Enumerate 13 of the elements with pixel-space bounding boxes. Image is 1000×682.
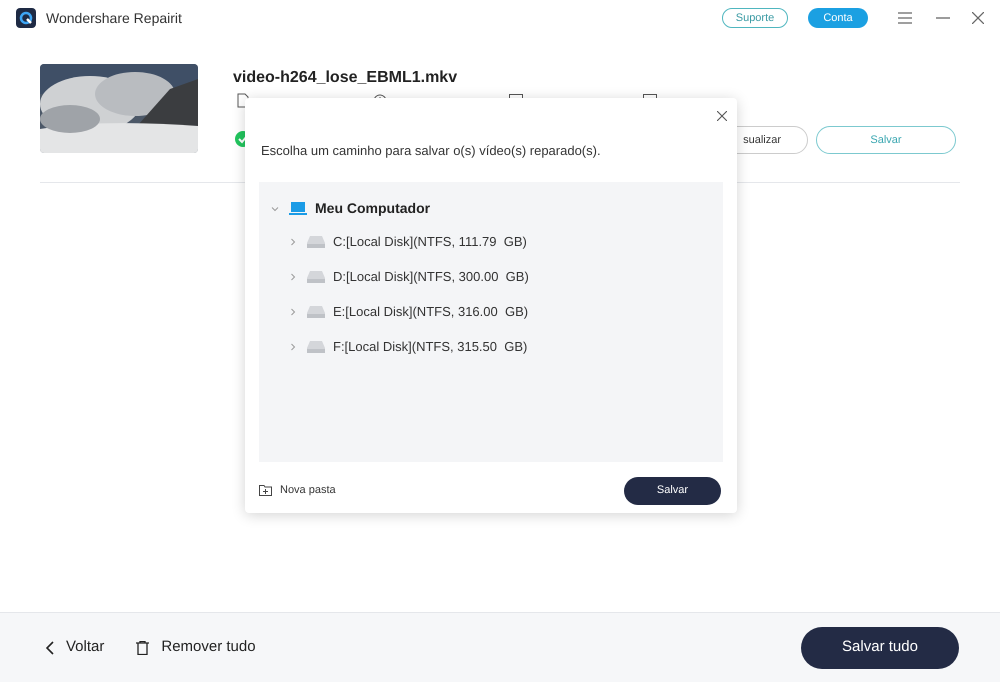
- save-all-button[interactable]: Salvar tudo: [801, 626, 959, 668]
- drive-item[interactable]: D:[Local Disk](NTFS, 300.00 GB): [333, 267, 529, 287]
- tree-item[interactable]: Meu Computador: [315, 198, 430, 219]
- drive-item[interactable]: C:[Local Disk](NTFS, 111.79 GB): [333, 232, 527, 252]
- back-button[interactable]: Voltar: [46, 636, 104, 659]
- new-folder-button[interactable]: Nova pasta: [259, 482, 336, 499]
- file-name: video-h264_lose_EBML1.mkv: [233, 68, 458, 88]
- dialog-message: Escolha um caminho para salvar o(s) vídeo(s) reparado(s).: [261, 142, 602, 160]
- window-title: Wondershare Repairit: [46, 8, 182, 28]
- save-button[interactable]: Salvar: [624, 476, 721, 504]
- remove-all-button[interactable]: Remover tudo: [136, 636, 256, 659]
- drive-item[interactable]: E:[Local Disk](NTFS, 316.00 GB): [333, 302, 528, 322]
- drive-item[interactable]: F:[Local Disk](NTFS, 315.50 GB): [333, 337, 528, 357]
